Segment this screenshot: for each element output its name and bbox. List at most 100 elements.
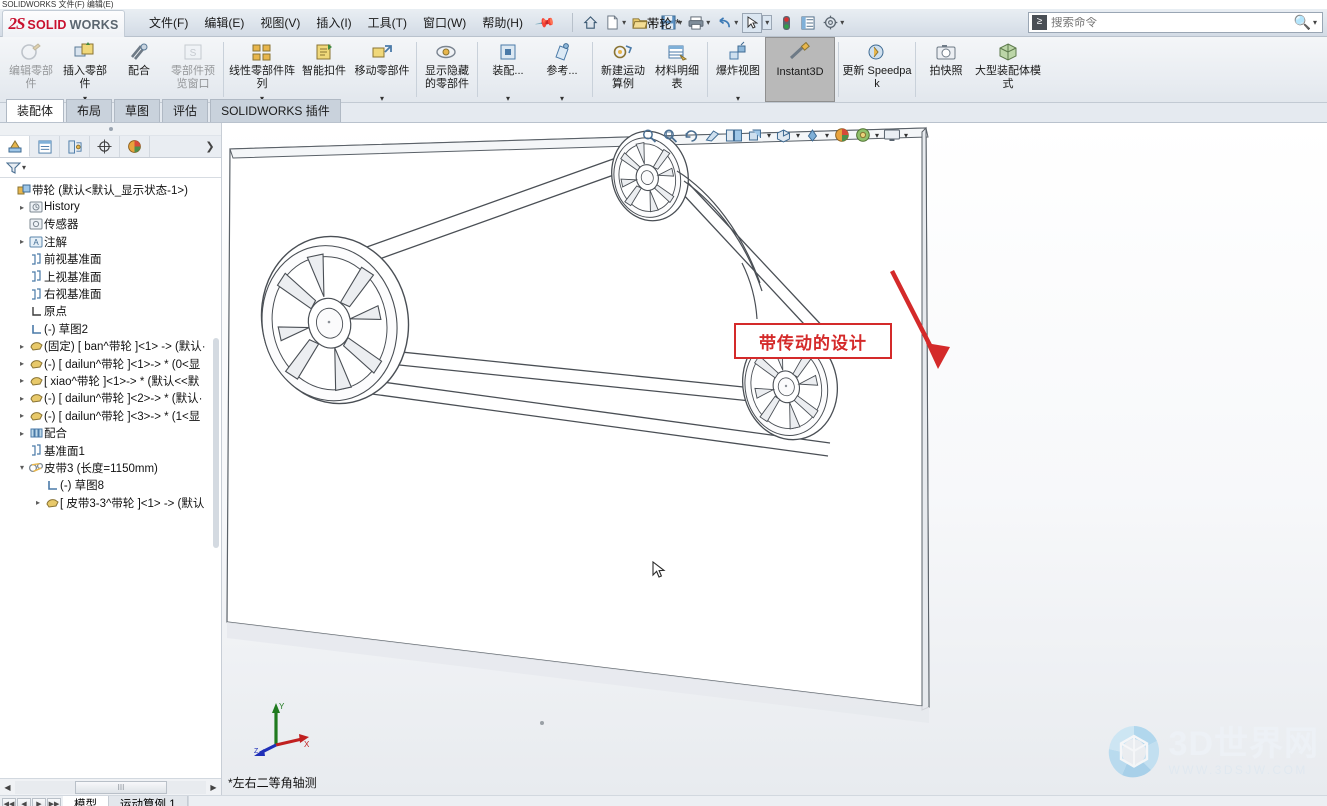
menu-tools[interactable]: 工具(T) bbox=[360, 10, 415, 35]
rebuild-icon[interactable] bbox=[776, 13, 796, 33]
ribbon-button-component-preview-window[interactable]: S 零部件预览窗口 bbox=[166, 37, 220, 102]
tree-item-right-plane[interactable]: 右视基准面 bbox=[0, 285, 221, 302]
tree-vertical-scrollbar[interactable] bbox=[213, 178, 220, 778]
tree-arrow[interactable]: ▸ bbox=[16, 342, 28, 351]
tree-item-belt3[interactable]: ▾ 皮带3 (长度=1150mm) bbox=[0, 459, 221, 476]
options-list-icon[interactable] bbox=[798, 13, 818, 33]
ribbon-button-reference-geometry[interactable]: 参考... ▾ bbox=[535, 37, 589, 103]
section-view-icon[interactable] bbox=[703, 126, 722, 144]
ribbon-button-linear-component-pattern[interactable]: 线性零部件阵列 ▾ bbox=[227, 37, 297, 103]
settings-caret-icon[interactable]: ▾ bbox=[840, 18, 844, 27]
ribbon-button-move-component[interactable]: 移动零部件 ▾ bbox=[351, 37, 413, 103]
feature-tree-filter-bar[interactable]: ▾ bbox=[0, 158, 221, 178]
tree-arrow[interactable]: ▸ bbox=[16, 394, 28, 403]
tab-layout[interactable]: 布局 bbox=[66, 99, 113, 122]
tree-item-origin[interactable]: 原点 bbox=[0, 303, 221, 320]
solidworks-logo-tab[interactable]: 2S SOLID WORKS bbox=[2, 10, 125, 37]
ribbon-button-take-snapshot[interactable]: 拍快照 bbox=[919, 37, 973, 102]
pin-icon[interactable]: 📌 bbox=[534, 11, 556, 33]
tree-arrow[interactable]: ▸ bbox=[16, 429, 28, 438]
tree-item-belt3-3-part[interactable]: ▸ [ 皮带3-3^带轮 ]<1> -> (默认 bbox=[0, 494, 221, 511]
next-tab-button[interactable]: ▶ bbox=[32, 797, 46, 806]
view-orientation-icon[interactable] bbox=[724, 126, 743, 144]
ribbon-button-instant3d[interactable]: Instant3D bbox=[765, 37, 835, 102]
tree-arrow[interactable]: ▸ bbox=[16, 376, 28, 385]
command-search-box[interactable]: ≥ 🔍 ▾ bbox=[1028, 12, 1323, 33]
ribbon-button-insert-component[interactable]: 插入零部件 ▾ bbox=[58, 37, 112, 103]
tab-solidworks-addins[interactable]: SOLIDWORKS 插件 bbox=[210, 99, 341, 122]
filter-caret-icon[interactable]: ▾ bbox=[22, 163, 26, 172]
ribbon-caret-icon[interactable]: ▾ bbox=[506, 95, 510, 103]
zoom-to-fit-icon[interactable] bbox=[640, 126, 659, 144]
tree-item-plane1[interactable]: 基准面1 bbox=[0, 442, 221, 459]
view-settings-icon[interactable] bbox=[853, 126, 872, 144]
undo-caret-icon[interactable]: ▾ bbox=[734, 18, 738, 27]
search-caret-icon[interactable]: ▾ bbox=[1313, 18, 1317, 27]
save-icon[interactable] bbox=[658, 13, 678, 33]
tree-arrow[interactable]: ▾ bbox=[16, 463, 28, 472]
open-document-icon[interactable] bbox=[630, 13, 650, 33]
home-icon[interactable] bbox=[580, 13, 600, 33]
save-caret-icon[interactable]: ▾ bbox=[678, 18, 682, 27]
first-tab-button[interactable]: ◀◀ bbox=[2, 797, 16, 806]
tree-item-annotations[interactable]: ▸ A 注解 bbox=[0, 233, 221, 250]
ribbon-button-large-assembly-mode[interactable]: 大型装配体模式 bbox=[973, 37, 1043, 102]
ribbon-button-assembly-features[interactable]: 装配... ▾ bbox=[481, 37, 535, 103]
tree-item-part-dailun-1[interactable]: ▸ (-) [ dailun^带轮 ]<1>-> * (0<显 bbox=[0, 355, 221, 372]
tab-evaluate[interactable]: 评估 bbox=[162, 99, 209, 122]
menu-insert[interactable]: 插入(I) bbox=[308, 10, 359, 35]
tree-item-assembly-root[interactable]: 带轮 (默认<默认_显示状态-1>) bbox=[0, 181, 221, 198]
menu-view[interactable]: 视图(V) bbox=[252, 10, 308, 35]
display-manager-tab[interactable] bbox=[120, 136, 150, 157]
scroll-right-arrow-icon[interactable]: ▶ bbox=[206, 783, 221, 792]
ribbon-caret-icon[interactable]: ▾ bbox=[736, 95, 740, 103]
appearance-caret-icon[interactable]: ▾ bbox=[825, 131, 829, 140]
search-icon[interactable]: 🔍 bbox=[1294, 14, 1311, 31]
bottom-tab-model[interactable]: 模型 bbox=[63, 796, 109, 806]
menu-edit[interactable]: 编辑(E) bbox=[196, 10, 252, 35]
open-document-caret-icon[interactable]: ▾ bbox=[650, 18, 654, 27]
print-caret-icon[interactable]: ▾ bbox=[706, 18, 710, 27]
panel-expand-chevron-icon[interactable]: ❯ bbox=[199, 136, 221, 157]
new-document-caret-icon[interactable]: ▾ bbox=[622, 18, 626, 27]
panel-resize-handle[interactable] bbox=[0, 123, 221, 136]
tree-item-mates-folder[interactable]: ▸ 配合 bbox=[0, 424, 221, 441]
tree-arrow[interactable]: ▸ bbox=[16, 237, 28, 246]
tree-item-sketch8[interactable]: (-) 草图8 bbox=[0, 477, 221, 494]
scroll-left-arrow-icon[interactable]: ◀ bbox=[0, 783, 15, 792]
scroll-thumb[interactable]: III bbox=[75, 780, 167, 794]
tree-item-part-xiao-1[interactable]: ▸ [ xiao^带轮 ]<1>-> * (默认<<默 bbox=[0, 372, 221, 389]
last-tab-button[interactable]: ▶▶ bbox=[47, 797, 61, 806]
settings-gear-icon[interactable] bbox=[820, 13, 840, 33]
graphics-viewport[interactable]: ▾ ▾ ▾ ▾ ▾ 带传动的设计 Y X Z 3D世界网 WWW.3DSJW.C… bbox=[222, 123, 1327, 795]
tree-item-sketch2[interactable]: (-) 草图2 bbox=[0, 320, 221, 337]
dimxpert-manager-tab[interactable] bbox=[90, 136, 120, 157]
ribbon-button-exploded-view[interactable]: 爆炸视图 ▾ bbox=[711, 37, 765, 103]
scroll-track[interactable]: III bbox=[15, 780, 206, 794]
tree-item-part-dailun-2[interactable]: ▸ (-) [ dailun^带轮 ]<2>-> * (默认· bbox=[0, 390, 221, 407]
prev-tab-button[interactable]: ◀ bbox=[17, 797, 31, 806]
ribbon-button-edit-component[interactable]: 编辑零部件 bbox=[4, 37, 58, 102]
hide-show-items-icon[interactable] bbox=[774, 126, 793, 144]
menu-file[interactable]: 文件(F) bbox=[141, 10, 196, 35]
search-input[interactable] bbox=[1051, 16, 1290, 29]
tree-arrow[interactable]: ▸ bbox=[16, 203, 28, 212]
apply-scene-icon[interactable] bbox=[832, 126, 851, 144]
ribbon-button-update-speedpak[interactable]: 更新 Speedpak bbox=[842, 37, 912, 102]
view-settings-caret-icon[interactable]: ▾ bbox=[875, 131, 879, 140]
tree-item-top-plane[interactable]: 上视基准面 bbox=[0, 268, 221, 285]
edit-appearance-icon[interactable] bbox=[803, 126, 822, 144]
print-icon[interactable] bbox=[686, 13, 706, 33]
tree-item-part-ban[interactable]: ▸ (固定) [ ban^带轮 ]<1> -> (默认· bbox=[0, 338, 221, 355]
tree-item-part-dailun-3[interactable]: ▸ (-) [ dailun^带轮 ]<3>-> * (1<显 bbox=[0, 407, 221, 424]
ribbon-button-smart-fastener[interactable]: 智能扣件 bbox=[297, 37, 351, 102]
zoom-to-area-icon[interactable] bbox=[661, 126, 680, 144]
property-manager-tab[interactable] bbox=[30, 136, 60, 157]
monitor-caret-icon[interactable]: ▾ bbox=[904, 131, 908, 140]
display-style-caret-icon[interactable]: ▾ bbox=[767, 131, 771, 140]
model-scene[interactable] bbox=[222, 123, 1327, 795]
feature-manager-tab[interactable] bbox=[0, 136, 30, 157]
bottom-tab-motion-study[interactable]: 运动算例 1 bbox=[109, 796, 188, 806]
undo-icon[interactable] bbox=[714, 13, 734, 33]
tree-item-history[interactable]: ▸ History bbox=[0, 198, 221, 215]
